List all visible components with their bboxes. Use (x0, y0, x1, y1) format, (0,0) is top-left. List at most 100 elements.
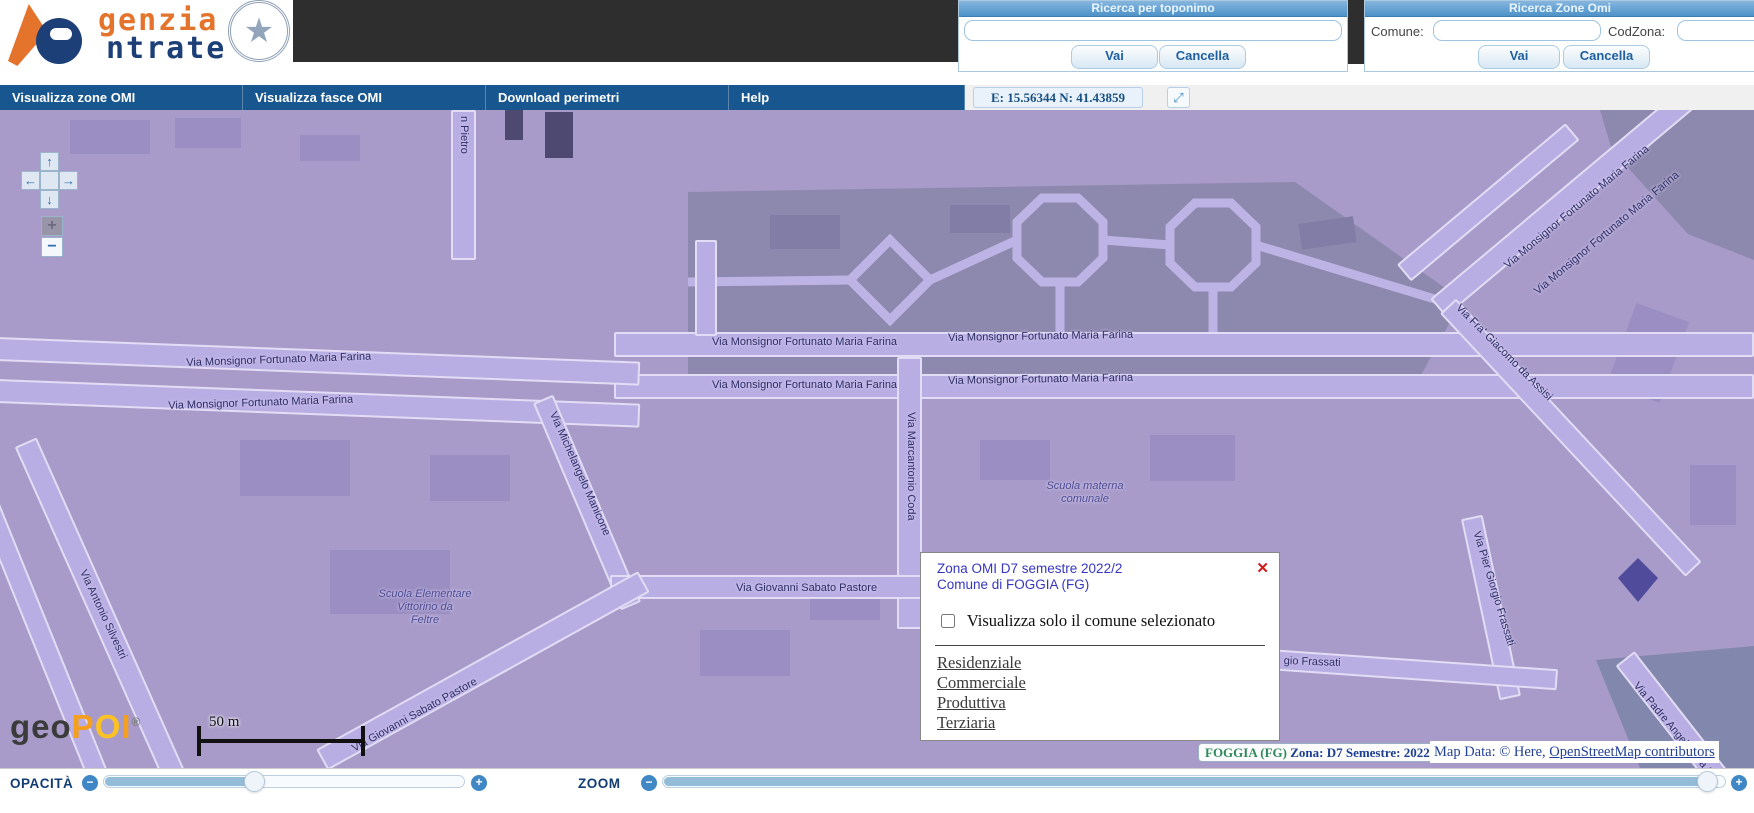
zoom-in-button-disabled[interactable]: + (41, 216, 63, 236)
geopoi-geo: geo (10, 708, 72, 745)
map-canvas[interactable]: Via Monsignor Fortunato Maria Farina Via … (0, 110, 1754, 768)
logo-text-entrate: ntrate (106, 34, 226, 64)
zoom-out-button[interactable]: − (41, 237, 63, 257)
pan-right-button[interactable]: → (59, 171, 78, 190)
only-selected-comune-checkbox[interactable] (941, 614, 955, 628)
logo-counter-icon (50, 28, 72, 40)
map-building (430, 455, 510, 501)
opacity-slider[interactable] (103, 775, 465, 788)
plus-icon: + (475, 775, 482, 789)
map-building (175, 118, 241, 148)
toponimo-panel-title: Ricerca per toponimo (959, 1, 1347, 17)
close-icon: ✕ (1256, 560, 1269, 577)
expand-map-button[interactable]: ⤢ (1167, 87, 1190, 108)
toponimo-search-input[interactable] (964, 20, 1342, 41)
menubar: Visualizza zone OMIVisualizza fasce OMID… (0, 85, 1754, 110)
toponimo-vai-button[interactable]: Vai (1071, 45, 1158, 69)
osm-contributors-link[interactable]: OpenStreetMap contributors (1549, 744, 1715, 760)
zone-vai-button[interactable]: Vai (1478, 45, 1560, 69)
popup-link-commerciale[interactable]: Commerciale (937, 673, 1026, 693)
map-building (770, 215, 840, 249)
header-dark-strip (1347, 0, 1364, 64)
only-selected-comune-row: Visualizza solo il comune selezionato (937, 611, 1215, 631)
popup-close-button[interactable]: ✕ (1256, 559, 1269, 577)
map-attribution: Map Data: © Here, OpenStreetMap contribu… (1430, 741, 1719, 763)
zoom-increase-button[interactable]: + (1731, 775, 1747, 791)
zone-panel-title: Ricerca Zone Omi (1365, 1, 1754, 17)
minus-icon: − (86, 775, 93, 789)
popup-title: Zona OMI D7 semestre 2022/2 Comune di FO… (937, 561, 1122, 593)
header: genzia ntrate ★ Ricerca per toponimo Vai… (0, 0, 1754, 85)
geopoi-o: O (95, 708, 122, 745)
opacity-decrease-button[interactable]: − (82, 775, 98, 791)
menu-item-download-perimetri[interactable]: Download perimetri (486, 85, 729, 110)
menu-item-help[interactable]: Help (729, 85, 965, 110)
pan-left-button[interactable]: ← (21, 171, 40, 190)
map-building (505, 110, 523, 140)
coordinates-display: E: 15.56344 N: 41.43859 (973, 87, 1143, 108)
area-label: Scuola ElementareVittorino daFeltre (370, 588, 480, 627)
arrow-left-icon: ← (24, 173, 37, 188)
scale-label: 50 m (209, 714, 239, 731)
menu-strip: Visualizza zone OMIVisualizza fasce OMID… (0, 85, 965, 110)
attribution-prefix: Map Data: © Here, (1434, 744, 1549, 760)
arrow-down-icon: ↓ (46, 192, 53, 207)
map-building (70, 120, 150, 154)
pan-down-button[interactable]: ↓ (40, 190, 59, 209)
map-building (545, 112, 573, 158)
opacity-slider-handle[interactable] (244, 771, 265, 792)
map-building (980, 440, 1050, 480)
zone-omi-search-panel: Ricerca Zone Omi Comune: CodZona: Vai Ca… (1364, 0, 1754, 72)
plus-icon: + (1735, 775, 1742, 789)
menu-item-visualizza-zone-omi[interactable]: Visualizza zone OMI (0, 85, 243, 110)
popup-links: ResidenzialeCommercialeProduttivaTerziar… (937, 653, 1026, 733)
geopoi-i: I (121, 708, 131, 745)
zoom-slider-fill (664, 777, 1704, 786)
zoom-label: ZOOM (578, 776, 621, 791)
plus-icon: + (47, 217, 56, 234)
minus-icon: − (645, 775, 652, 789)
zone-cancella-button[interactable]: Cancella (1563, 45, 1650, 69)
italy-emblem-icon: ★ (228, 0, 290, 62)
comune-label: Comune: (1371, 24, 1424, 39)
popup-link-produttiva[interactable]: Produttiva (937, 693, 1026, 713)
menu-item-visualizza-fasce-omi[interactable]: Visualizza fasce OMI (243, 85, 486, 110)
only-selected-comune-label: Visualizza solo il comune selezionato (967, 611, 1215, 630)
zoom-slider[interactable] (662, 775, 1726, 788)
comune-input[interactable] (1433, 20, 1601, 41)
popup-link-residenziale[interactable]: Residenziale (937, 653, 1026, 673)
geopoi-reg: ® (132, 715, 142, 729)
toponimo-cancella-button[interactable]: Cancella (1159, 45, 1246, 69)
map-building (1150, 435, 1235, 481)
street-label: Via Giovanni Sabato Pastore (736, 582, 877, 594)
street-label: gio Frassati (1284, 655, 1341, 669)
opacity-label: OPACITÀ (10, 776, 73, 791)
opacity-increase-button[interactable]: + (471, 775, 487, 791)
pan-center-button[interactable] (40, 171, 59, 190)
road (695, 240, 717, 336)
zoom-slider-handle[interactable] (1697, 771, 1718, 792)
street-label: Via Marcantonio Coda (905, 412, 917, 521)
map-building (950, 205, 1010, 233)
opacity-slider-fill (105, 777, 255, 786)
codzona-input[interactable] (1677, 20, 1754, 41)
header-dark-block (293, 0, 958, 62)
status-zone: Zona: D7 Semestre: 20222 (1287, 745, 1436, 760)
pan-up-button[interactable]: ↑ (40, 152, 59, 171)
map-building (700, 630, 790, 676)
popup-link-terziaria[interactable]: Terziaria (937, 713, 1026, 733)
map-building (300, 135, 360, 161)
toponimo-search-panel: Ricerca per toponimo Vai Cancella (958, 0, 1348, 72)
selected-zone-status: FOGGIA (FG) Zona: D7 Semestre: 20222 (1198, 743, 1443, 762)
map-building (240, 440, 350, 496)
zone-info-popup: Zona OMI D7 semestre 2022/2 Comune di FO… (920, 552, 1280, 741)
bottom-toolbar: OPACITÀ − + ZOOM − + (0, 768, 1754, 813)
arrow-right-icon: → (62, 173, 75, 188)
agenzia-entrate-logo-icon (6, 2, 96, 66)
popup-divider (935, 645, 1265, 646)
area-label: Scuola maternacomunale (1035, 480, 1135, 506)
expand-icon: ⤢ (1173, 90, 1183, 105)
zoom-decrease-button[interactable]: − (641, 775, 657, 791)
street-label: Via Monsignor Fortunato Maria Farina (712, 336, 897, 348)
geopoi-p: P (72, 708, 95, 745)
